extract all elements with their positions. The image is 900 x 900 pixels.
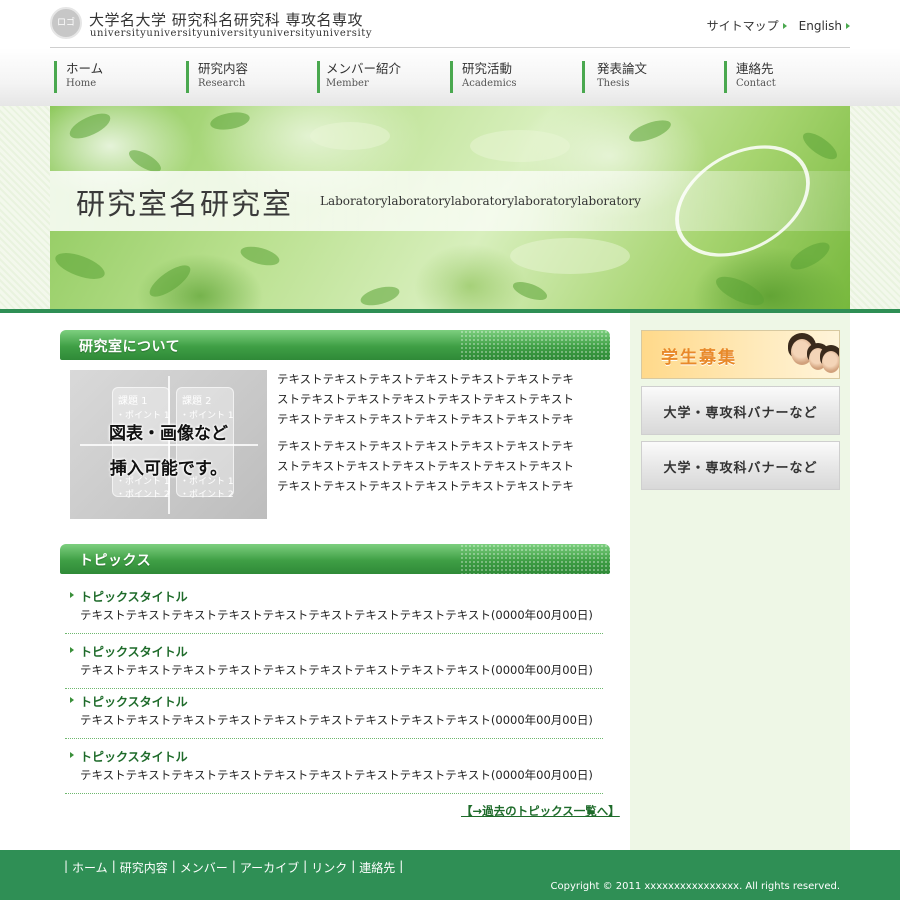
nav-item-thesis[interactable]: 発表論文 Thesis — [582, 61, 647, 93]
hero-image: 研究室名研究室 Laboratorylaboratorylaboratoryla… — [50, 106, 850, 310]
global-nav: ホーム Home 研究内容 Research メンバー紹介 Member 研究活… — [0, 48, 900, 106]
topic-body: テキストテキストテキストテキストテキストテキストテキストテキストテキスト(000… — [80, 768, 593, 782]
figure-point-2: ・ポイント 2 — [116, 490, 170, 500]
lab-subtitle: Laboratorylaboratorylaboratorylaboratory… — [320, 194, 641, 208]
nav-item-label: 発表論文 — [597, 61, 648, 76]
figure-caption-line-1: 図表・画像など — [109, 424, 228, 444]
sitemap-link-label: サイトマップ — [706, 19, 779, 33]
footer-separator: | — [64, 859, 69, 873]
topic-title[interactable]: トピックスタイトル — [80, 643, 188, 660]
site-header: ロゴ 大学名大学 研究科名研究科 専攻名専攻 universityunivers… — [0, 0, 900, 48]
nav-item-sublabel: Member — [326, 78, 369, 89]
english-link[interactable]: English — [799, 17, 850, 34]
footer-link-member[interactable]: メンバー — [180, 859, 228, 876]
site-title[interactable]: 大学名大学 研究科名研究科 専攻名専攻 — [89, 9, 363, 30]
topic-title[interactable]: トピックスタイトル — [80, 693, 188, 710]
footer-nav: | ホーム | 研究内容 | メンバー | アーカイブ | リンク | 連絡先 … — [60, 859, 407, 876]
nav-item-sublabel: Research — [198, 78, 246, 89]
footer-separator: | — [231, 859, 236, 873]
about-heading: 研究室について — [79, 339, 181, 355]
recruitment-label: 学生募集 — [661, 348, 737, 368]
footer-separator: | — [111, 859, 116, 873]
nav-item-research[interactable]: 研究内容 Research — [186, 61, 248, 93]
university-banner[interactable]: 大学・専攻科バナーなど — [641, 441, 840, 490]
triangle-right-icon — [782, 22, 787, 29]
topic-item[interactable]: トピックスタイトル テキストテキストテキストテキストテキストテキストテキストテキ… — [65, 643, 603, 689]
nav-item-label: 研究活動 — [462, 61, 513, 76]
topic-body: テキストテキストテキストテキストテキストテキストテキストテキストテキスト(000… — [80, 608, 593, 622]
nav-item-home[interactable]: ホーム Home — [54, 61, 103, 93]
footer-link-links[interactable]: リンク — [311, 859, 347, 876]
topic-title[interactable]: トピックスタイトル — [80, 588, 188, 605]
nav-item-sublabel: Thesis — [597, 78, 630, 89]
english-link-label: English — [798, 18, 842, 33]
banner-label: 大学・専攻科バナーなど — [663, 461, 818, 476]
nav-item-label: 研究内容 — [198, 61, 249, 76]
nav-item-sublabel: Contact — [736, 78, 776, 89]
footer-link-home[interactable]: ホーム — [72, 859, 108, 876]
footer-link-contact[interactable]: 連絡先 — [359, 859, 395, 876]
topic-item[interactable]: トピックスタイトル テキストテキストテキストテキストテキストテキストテキストテキ… — [65, 748, 603, 794]
topic-item[interactable]: トピックスタイトル テキストテキストテキストテキストテキストテキストテキストテキ… — [65, 588, 603, 634]
student-recruitment-banner[interactable]: 学生募集 — [641, 330, 840, 379]
figure-axis-horizontal — [80, 444, 258, 446]
placeholder-figure: 課題 1 課題 2 ・ポイント 1 ・ポイント 1 ・ポイント 1 ・ポイント … — [70, 370, 267, 519]
about-heading-bar: 研究室について — [60, 330, 610, 360]
nav-item-sublabel: Home — [66, 78, 97, 89]
nav-item-contact[interactable]: 連絡先 Contact — [724, 61, 776, 93]
about-paragraph: テキストテキストテキストテキストテキストテキストテキストテキストテキストテキスト… — [277, 372, 574, 426]
triangle-right-icon — [70, 592, 74, 598]
footer-separator: | — [171, 859, 176, 873]
site-logo[interactable]: ロゴ — [50, 7, 82, 39]
copyright: Copyright © 2011 xxxxxxxxxxxxxxxx. All r… — [550, 881, 840, 892]
triangle-right-icon — [70, 647, 74, 653]
triangle-right-icon — [846, 22, 850, 29]
footer-separator: | — [303, 859, 308, 873]
topic-body: テキストテキストテキストテキストテキストテキストテキストテキストテキスト(000… — [80, 713, 593, 727]
topics-heading-bar: トピックス — [60, 544, 610, 574]
site-footer: | ホーム | 研究内容 | メンバー | アーカイブ | リンク | 連絡先 … — [0, 850, 900, 900]
university-banner[interactable]: 大学・専攻科バナーなど — [641, 386, 840, 435]
hero-background: 研究室名研究室 Laboratorylaboratorylaboratoryla… — [0, 106, 900, 310]
footer-link-research[interactable]: 研究内容 — [120, 859, 168, 876]
figure-topic-2: 課題 2 — [182, 396, 212, 407]
footer-separator: | — [399, 859, 404, 873]
figure-topic-1: 課題 1 — [118, 396, 148, 407]
nav-item-sublabel: Academics — [462, 78, 517, 89]
past-topics-link[interactable]: 【→過去のトピックス一覧へ】 — [461, 803, 620, 819]
banner-label: 大学・専攻科バナーなど — [663, 406, 818, 421]
about-paragraph: テキストテキストテキストテキストテキストテキストテキストテキストテキストテキスト… — [277, 439, 574, 493]
topic-title[interactable]: トピックスタイトル — [80, 748, 188, 765]
figure-caption-line-2: 挿入可能です。 — [109, 459, 228, 479]
nav-item-label: メンバー紹介 — [326, 61, 402, 76]
site-subtitle: universityuniversityuniversityuniversity… — [90, 28, 373, 39]
triangle-right-icon — [70, 752, 74, 758]
footer-link-archive[interactable]: アーカイブ — [240, 859, 299, 876]
triangle-right-icon — [70, 697, 74, 703]
nav-item-member[interactable]: メンバー紹介 Member — [317, 61, 401, 93]
figure-point-2: ・ポイント 2 — [180, 490, 234, 500]
utility-links: サイトマップ English — [707, 17, 850, 34]
footer-separator: | — [351, 859, 356, 873]
sitemap-link[interactable]: サイトマップ — [707, 17, 787, 34]
nav-item-label: ホーム — [66, 61, 104, 76]
topic-body: テキストテキストテキストテキストテキストテキストテキストテキストテキスト(000… — [80, 663, 593, 677]
nav-item-label: 連絡先 — [736, 61, 774, 76]
lab-title: 研究室名研究室 — [76, 187, 294, 221]
topic-item[interactable]: トピックスタイトル テキストテキストテキストテキストテキストテキストテキストテキ… — [65, 693, 603, 739]
topics-heading: トピックス — [79, 553, 152, 569]
nav-item-academics[interactable]: 研究活動 Academics — [450, 61, 517, 93]
